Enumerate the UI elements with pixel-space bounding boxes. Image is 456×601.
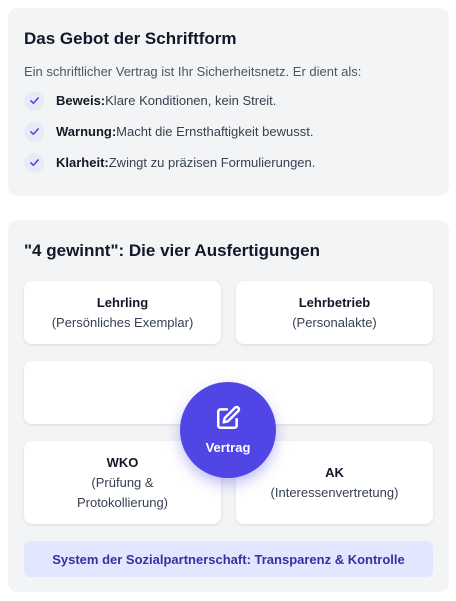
- purpose-item-beweis: Beweis: Klare Konditionen, kein Streit.: [24, 90, 433, 111]
- copy-desc: (Personalakte): [292, 314, 377, 330]
- edit-icon: [215, 405, 241, 436]
- purpose-term: Beweis:: [56, 93, 106, 108]
- vertrag-label: Vertrag: [205, 440, 251, 455]
- purpose-term: Klarheit:: [56, 155, 109, 170]
- copy-name: Lehrbetrieb: [298, 294, 371, 310]
- purpose-term: Warnung:: [56, 124, 117, 139]
- copy-name: AK: [325, 464, 344, 480]
- purpose-item-warnung: Warnung: Macht die Ernsthaftigkeit bewus…: [24, 121, 433, 142]
- copy-desc: (Prüfung & Protokollierung): [76, 474, 169, 510]
- copy-name: WKO: [106, 454, 139, 470]
- copy-lehrbetrieb: Lehrbetrieb (Personalakte): [236, 281, 433, 344]
- vertrag-circle: Vertrag: [180, 382, 276, 478]
- copy-name: Lehrling: [96, 294, 149, 310]
- copy-lehrling: Lehrling (Persönliches Exemplar): [24, 281, 221, 344]
- purpose-text: Klare Konditionen, kein Streit.: [105, 93, 277, 108]
- purpose-list: Beweis: Klare Konditionen, kein Streit. …: [24, 90, 433, 173]
- schriftform-title: Das Gebot der Schriftform: [24, 29, 237, 48]
- ausfertigungen-card: "4 gewinnt": Die vier Ausfertigungen Leh…: [8, 220, 449, 592]
- copy-desc: (Interessenvertretung): [270, 484, 399, 500]
- check-icon: [24, 90, 44, 111]
- copy-desc: (Persönliches Exemplar): [51, 314, 194, 330]
- purpose-text: Macht die Ernsthaftigkeit bewusst.: [116, 124, 314, 139]
- check-icon: [24, 121, 44, 142]
- purpose-text: Zwingt zu präzisen Formulierungen.: [108, 155, 316, 170]
- sozialpartnerschaft-banner: System der Sozialpartnerschaft: Transpar…: [24, 541, 433, 577]
- check-icon: [24, 152, 44, 173]
- schriftform-card: Das Gebot der Schriftform Ein schriftlic…: [8, 8, 449, 196]
- purpose-item-klarheit: Klarheit: Zwingt zu präzisen Formulierun…: [24, 152, 433, 173]
- schriftform-intro: Ein schriftlicher Vertrag ist Ihr Sicher…: [24, 64, 362, 79]
- ausfertigungen-title: "4 gewinnt": Die vier Ausfertigungen: [24, 241, 321, 260]
